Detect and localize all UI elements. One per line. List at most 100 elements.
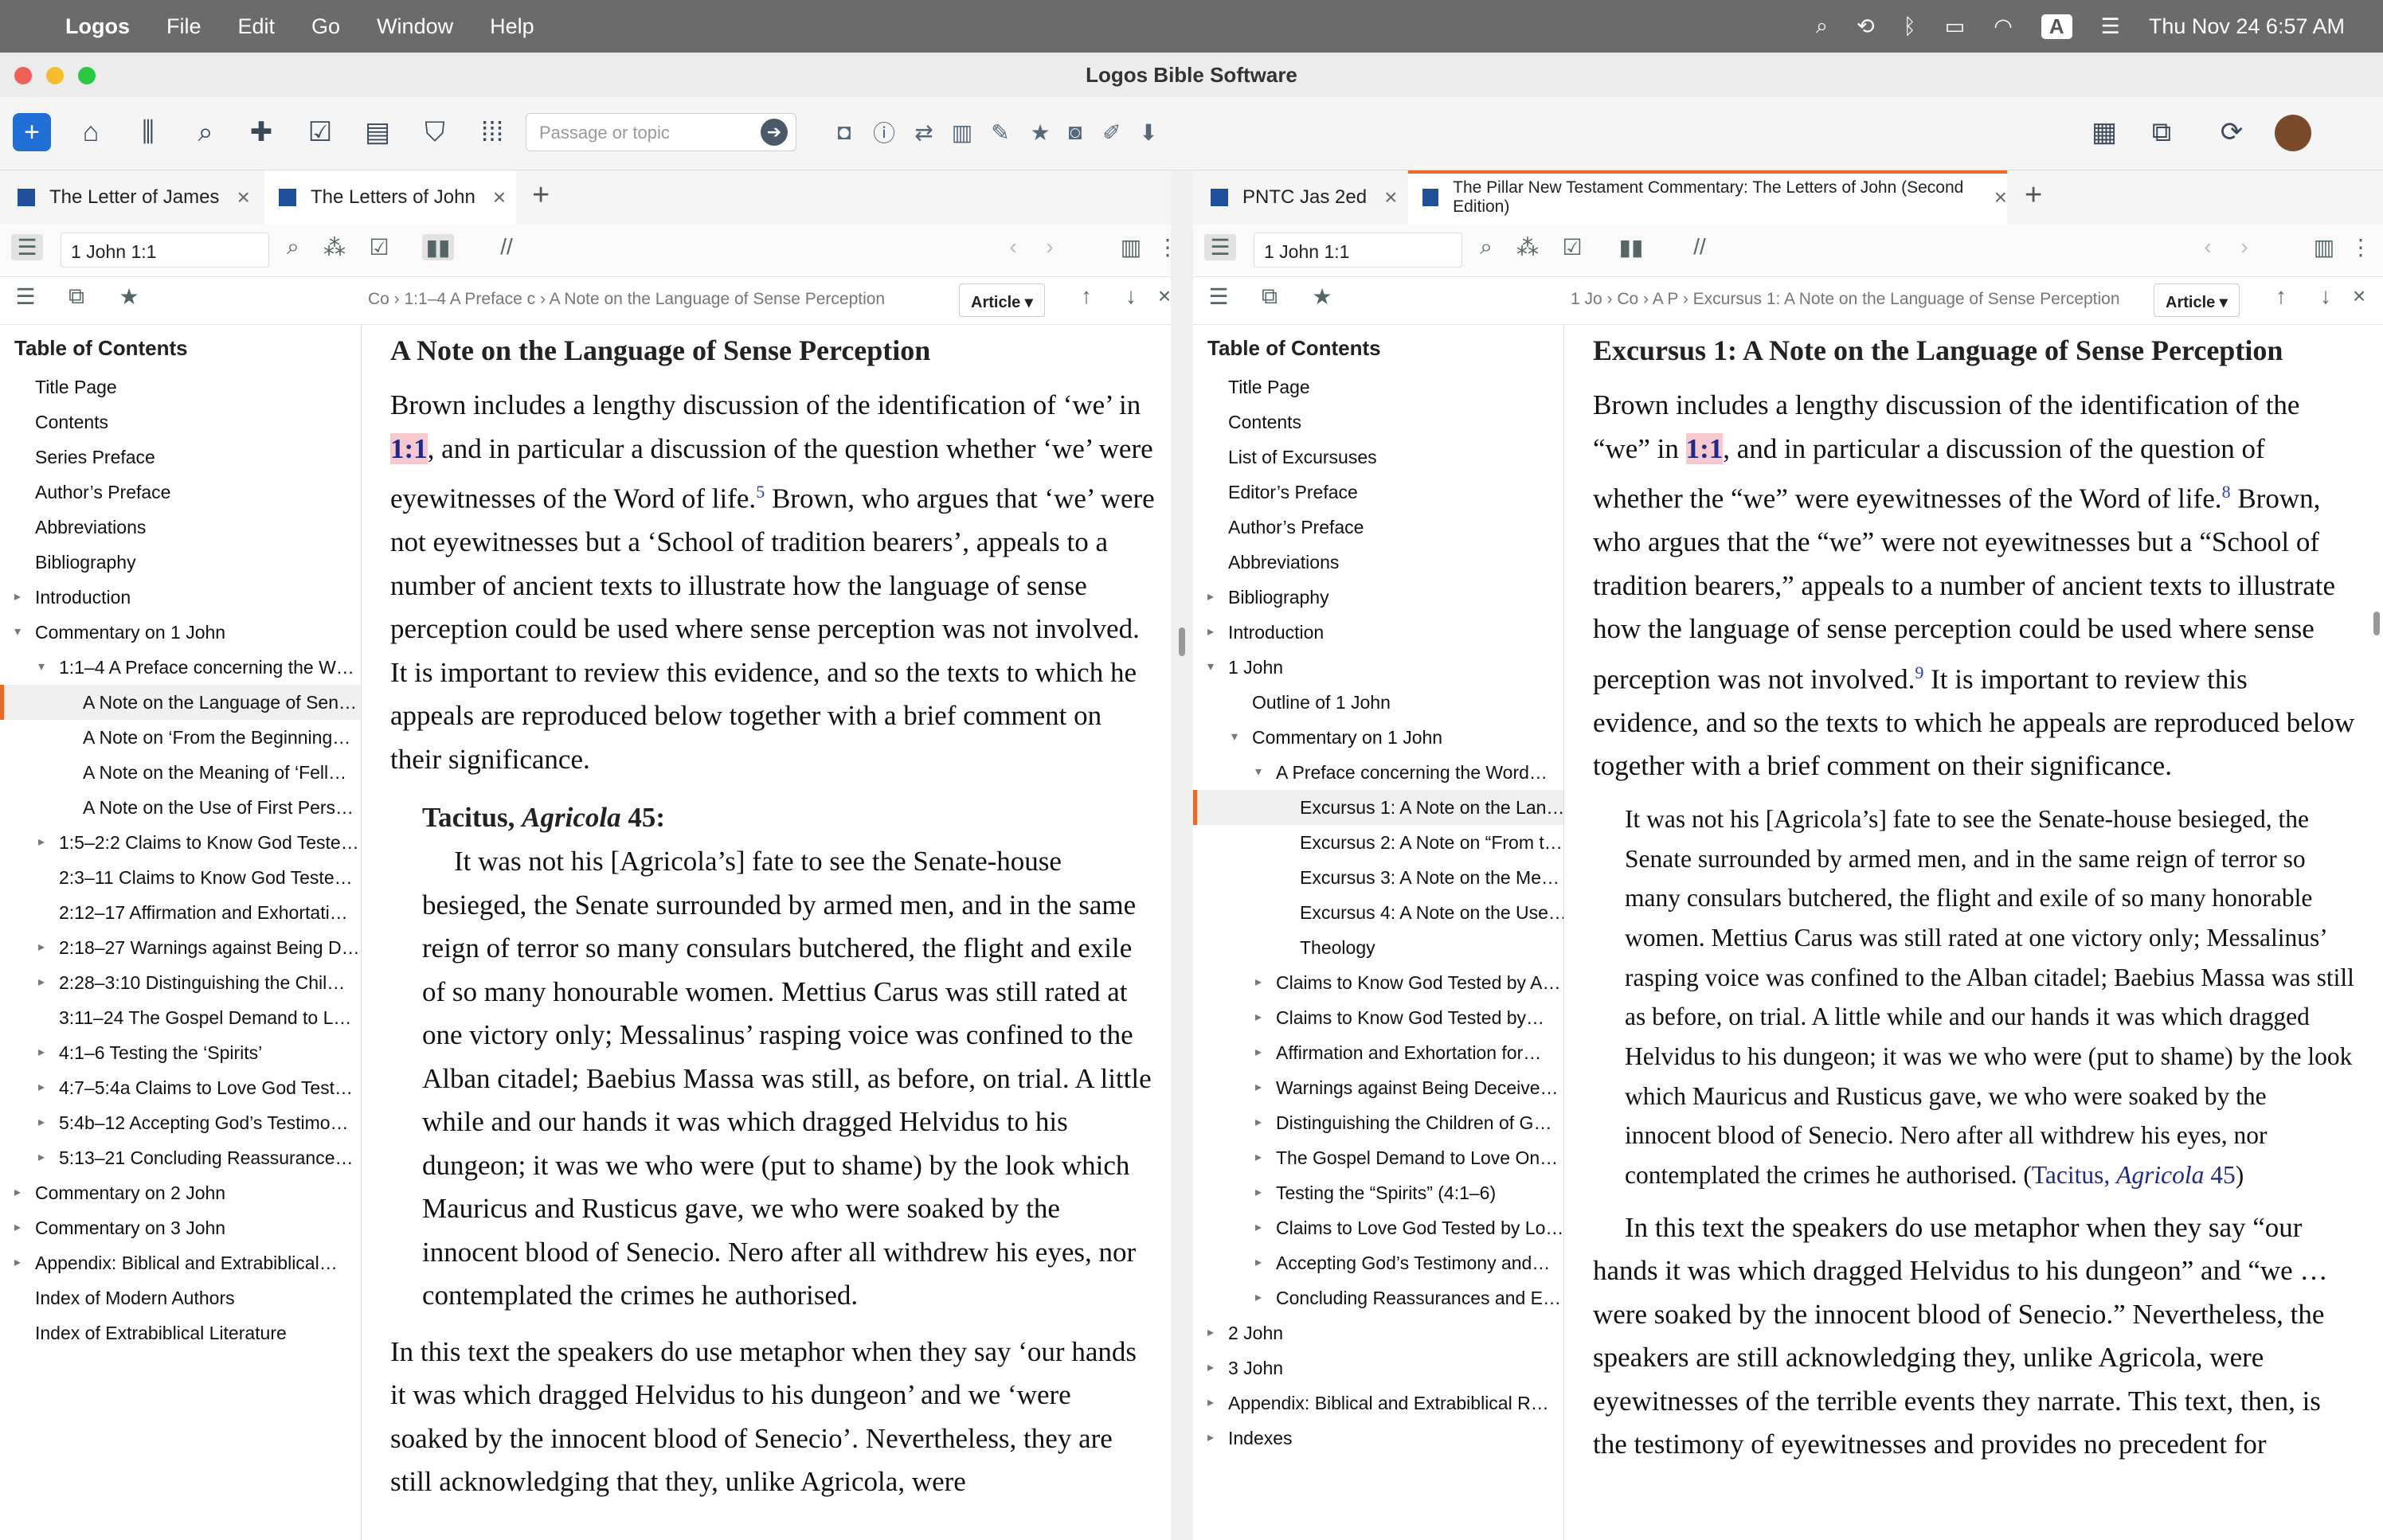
toc-item[interactable]: ▾ 1 John [1193,650,1563,685]
back-icon[interactable]: ‹ [997,234,1029,260]
toc-item[interactable]: Series Preface [0,440,361,475]
chevron-right-icon[interactable]: ▸ [1207,1350,1214,1386]
chevron-right-icon[interactable]: ▸ [14,1210,21,1245]
toc-item[interactable]: ▸ Appendix: Biblical and Extrabiblical… [0,1245,361,1280]
chevron-right-icon[interactable]: ▸ [38,930,45,965]
bag-icon[interactable]: ◙ [1059,116,1091,148]
toc-item[interactable]: ▸ Concluding Reassurances and E… [1193,1280,1563,1315]
next-section-icon[interactable]: ↓ [1115,283,1147,309]
toc-icon[interactable]: ☰ [10,283,41,310]
toc-item[interactable]: ▸ Testing the “Spirits” (4:1–6) [1193,1175,1563,1210]
toc-item[interactable]: ▾ 1:1–4 A Preface concerning the W… [0,650,361,685]
chevron-right-icon[interactable]: ▸ [1255,1175,1262,1210]
chevron-down-icon[interactable]: ▾ [14,615,21,650]
split-view-icon[interactable]: ▥ [1115,234,1147,260]
toc-item[interactable]: Author’s Preface [0,475,361,510]
toc-item[interactable]: ▸ Affirmation and Exhortation for… [1193,1035,1563,1070]
toc-item[interactable]: A Note on the Meaning of ‘Fell… [0,755,361,790]
menu-file[interactable]: File [166,14,202,39]
toc-item[interactable]: ▸ 4:1–6 Testing the ‘Spirits’ [0,1035,361,1070]
download-icon[interactable]: ⬇ [1133,116,1164,148]
toc-item[interactable]: ▸ 5:4b–12 Accepting God’s Testimo… [0,1105,361,1140]
toc-icon[interactable]: ☰ [1203,283,1235,310]
panel-divider[interactable] [1171,170,1193,1540]
chevron-right-icon[interactable]: ▸ [1255,1210,1262,1245]
battery-icon[interactable]: ▭ [1945,14,1966,39]
chevron-down-icon[interactable]: ▾ [1255,755,1262,790]
close-window-button[interactable] [14,67,32,84]
chevron-right-icon[interactable]: ▸ [1207,1421,1214,1456]
close-panels-icon[interactable]: ⧉ [2141,111,2182,153]
menu-go[interactable]: Go [311,14,340,39]
chevron-right-icon[interactable]: ▸ [38,825,45,860]
toc-item[interactable]: A Note on ‘From the Beginning… [0,720,361,755]
info-icon[interactable]: ⓘ [868,116,900,148]
next-section-icon[interactable]: ↓ [2310,283,2342,309]
split-view-icon[interactable]: ▥ [2308,234,2340,260]
search-icon[interactable]: ⌕ [1470,234,1502,260]
pin-icon[interactable]: ✎ [984,116,1016,148]
toc-item[interactable]: Title Page [0,369,361,405]
copy-bible-verses-icon[interactable]: ◘ [828,116,860,148]
toc-item[interactable]: ▸ Commentary on 2 John [0,1175,361,1210]
toc-item[interactable]: ▸ Introduction [0,580,361,615]
chevron-right-icon[interactable]: ▸ [1207,615,1214,650]
toc-item[interactable]: Title Page [1193,369,1563,405]
toc-item[interactable]: ▸ Accepting God’s Testimony and… [1193,1245,1563,1280]
library-icon[interactable]: ⫼ [127,111,169,153]
checklist-icon[interactable]: ☑ [299,111,341,153]
chevron-down-icon[interactable]: ▾ [1207,650,1214,685]
chevron-right-icon[interactable]: ▸ [1255,1000,1262,1035]
breadcrumb[interactable]: Co › 1:1–4 A Preface c › A Note on the L… [368,290,949,309]
toc-item[interactable]: ▸ Commentary on 3 John [0,1210,361,1245]
chevron-right-icon[interactable]: ▸ [38,1105,45,1140]
reference-box[interactable]: 1 John 1:1 [1254,233,1462,268]
visual-filters-icon[interactable]: ⁂ [319,234,350,260]
toc-item[interactable]: ▸ Claims to Know God Tested by A… [1193,965,1563,1000]
wifi-icon[interactable]: ◠ [1994,14,2013,39]
chevron-right-icon[interactable]: ▸ [38,1070,45,1105]
sync-arrows-icon[interactable]: ⇄ [908,116,940,148]
toc-item[interactable]: ▸ Distinguishing the Children of G… [1193,1105,1563,1140]
visual-filters-icon[interactable]: ⁂ [1512,234,1544,260]
time-machine-icon[interactable]: ⟲ [1857,14,1875,39]
input-source-badge[interactable]: A [2041,14,2072,39]
chevron-down-icon[interactable]: ▾ [38,650,45,685]
close-sidebar-icon[interactable]: × [1156,283,1172,309]
menu-window[interactable]: Window [377,14,453,39]
add-tab-button[interactable]: + [2025,178,2042,213]
control-center-icon[interactable]: ☰ [2101,14,2120,39]
chevron-right-icon[interactable]: ▸ [14,1245,21,1280]
toc-item[interactable]: ▸ 4:7–5:4a Claims to Love God Test… [0,1070,361,1105]
toc-item[interactable]: A Note on the Language of Sen… [0,685,361,720]
chevron-right-icon[interactable]: ▸ [1207,1315,1214,1350]
toc-item[interactable]: ▸ 3 John [1193,1350,1563,1386]
toc-item[interactable]: ▸ Claims to Love God Tested by Lo… [1193,1210,1563,1245]
chevron-right-icon[interactable]: ▸ [1255,1280,1262,1315]
go-arrow-icon[interactable]: ➔ [761,119,788,146]
footnote-marker[interactable]: 5 [756,482,765,502]
checkbox-icon[interactable]: ☑ [1556,234,1588,260]
chevron-right-icon[interactable]: ▸ [1255,1070,1262,1105]
toc-item[interactable]: Theology [1193,930,1563,965]
tab-pillar-letters-of-john[interactable]: The Pillar New Testament Commentary: The… [1408,170,2007,225]
toc-item[interactable]: Excursus 3: A Note on the Me… [1193,860,1563,895]
zoom-window-button[interactable] [78,67,96,84]
add-tab-button[interactable]: + [532,178,550,213]
more-options-icon[interactable]: ⋮ [1156,234,1179,260]
toc-item[interactable]: ▸ The Gospel Demand to Love On… [1193,1140,1563,1175]
menu-help[interactable]: Help [490,14,534,39]
chevron-right-icon[interactable]: ▸ [1255,1140,1262,1175]
apps-grid-icon[interactable]: ⁞⁞⁞ [472,111,513,153]
chevron-right-icon[interactable]: ▸ [1255,1035,1262,1070]
chevron-right-icon[interactable]: ▸ [1255,965,1262,1000]
close-tab-icon[interactable]: × [1384,185,1397,210]
panel-menu-icon[interactable]: ☰ [11,234,43,260]
checkbox-icon[interactable]: ☑ [363,234,395,260]
toc-item[interactable]: Bibliography [0,545,361,580]
chevron-right-icon[interactable]: ▸ [1207,1386,1214,1421]
toc-item[interactable]: Excursus 1: A Note on the Lan… [1193,790,1563,825]
toc-item[interactable]: 2:3–11 Claims to Know God Teste… [0,860,361,895]
bible-icon[interactable]: ✚ [241,111,282,153]
view-dropdown[interactable]: Article ▾ [959,283,1045,317]
